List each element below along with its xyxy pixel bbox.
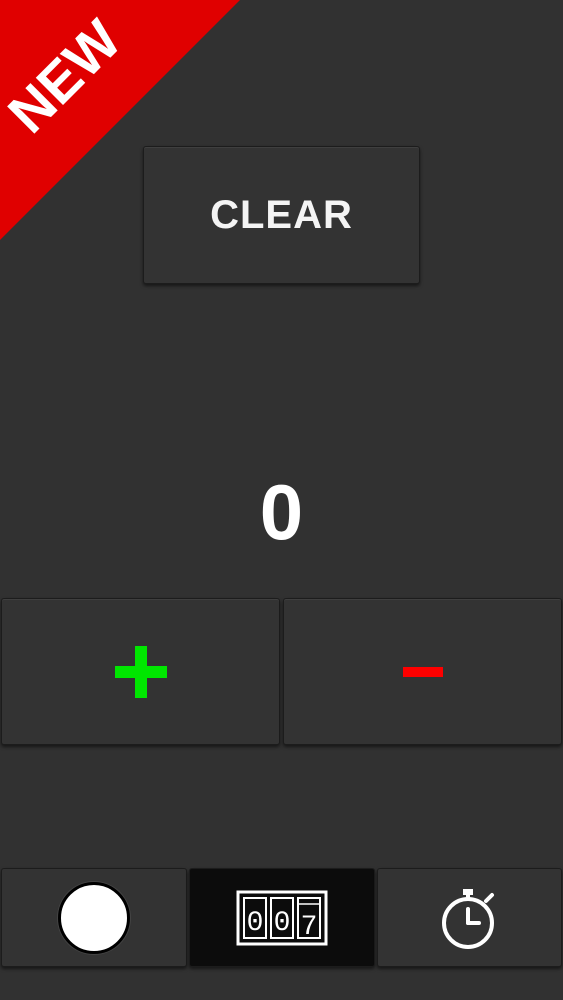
minus-icon <box>402 666 443 677</box>
clear-button[interactable]: CLEAR <box>143 146 420 284</box>
tab-stopwatch[interactable] <box>377 868 562 967</box>
tab-counter[interactable]: 0 0 7 <box>189 868 375 967</box>
clear-button-label: CLEAR <box>210 192 353 237</box>
digit-3: 7 <box>301 912 318 943</box>
tab-circle[interactable] <box>1 868 187 967</box>
counter-digits-icon: 0 0 7 <box>236 890 328 945</box>
digit-1: 0 <box>247 908 264 939</box>
decrement-button[interactable] <box>283 598 562 745</box>
stopwatch-icon <box>441 888 494 949</box>
app-screen: NEW CLEAR 0 0 0 7 <box>0 0 563 1000</box>
plus-icon <box>114 645 167 698</box>
digit-2: 0 <box>274 908 291 939</box>
circle-icon <box>58 881 130 954</box>
increment-button[interactable] <box>1 598 280 745</box>
counter-value: 0 <box>259 468 304 556</box>
